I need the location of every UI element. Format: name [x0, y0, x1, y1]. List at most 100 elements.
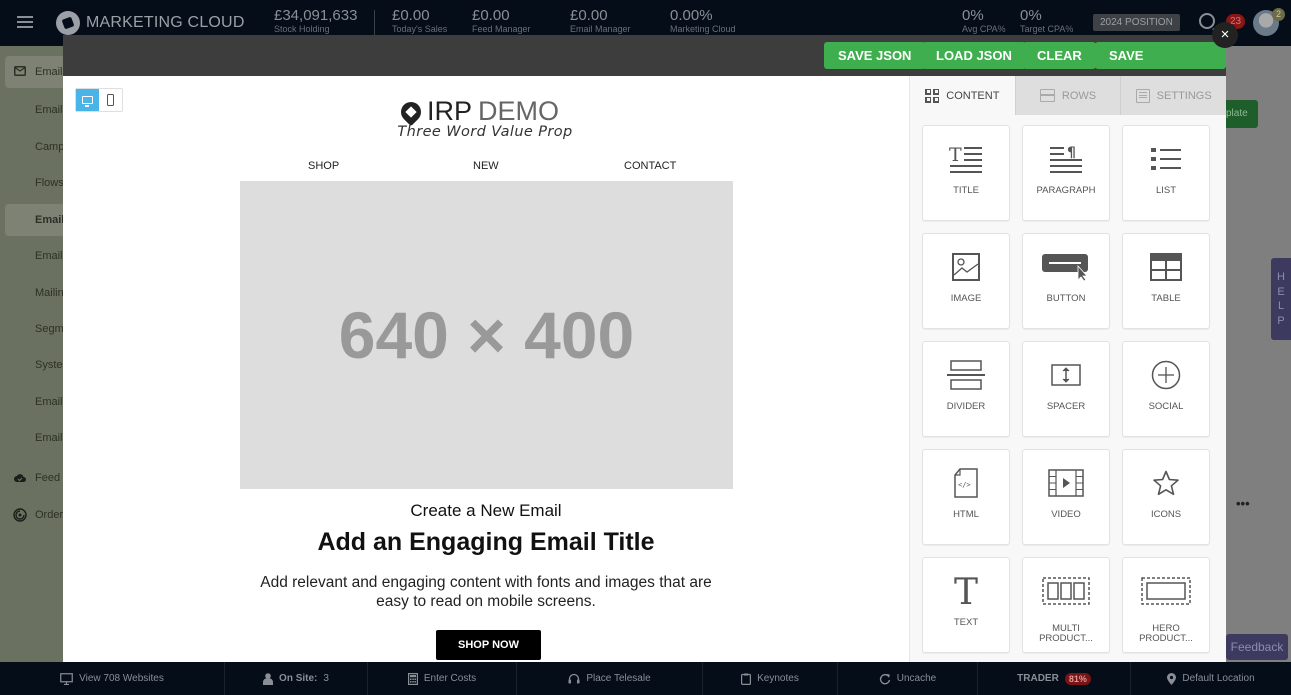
svg-text:T: T: [954, 574, 978, 608]
clear-button[interactable]: CLEAR: [1023, 42, 1096, 69]
stat-label: Stock Holding: [274, 24, 330, 34]
save-template-button[interactable]: SAVE TEMPLATE: [1095, 42, 1226, 90]
svg-text:T: T: [949, 144, 962, 166]
feedback-tab[interactable]: Feedback: [1226, 634, 1288, 660]
email-nav-new[interactable]: NEW: [473, 160, 499, 172]
headset-icon: [568, 673, 580, 683]
view-websites-button[interactable]: View 708 Websites: [0, 662, 225, 695]
multi-product-icon: [1042, 577, 1090, 605]
block-label: HERO PRODUCT...: [1123, 624, 1209, 644]
on-site-indicator[interactable]: On Site: 3: [225, 662, 368, 695]
block-hero-product[interactable]: HERO PRODUCT...: [1122, 557, 1210, 653]
block-title[interactable]: T TITLE: [922, 125, 1010, 221]
block-label-line: PRODUCT...: [1139, 633, 1193, 644]
image-icon: [952, 253, 980, 281]
email-logo[interactable]: IRP DEMO: [396, 96, 559, 127]
nav-item-label: Syster: [35, 359, 67, 371]
stat-value: 0%: [1020, 7, 1042, 24]
tab-rows[interactable]: ROWS: [1014, 76, 1121, 115]
table-icon: [1150, 253, 1182, 281]
block-video[interactable]: VIDEO: [1022, 449, 1110, 545]
device-toggle: [75, 88, 123, 112]
block-image[interactable]: IMAGE: [922, 233, 1010, 329]
trader-indicator[interactable]: TRADER 81%: [978, 662, 1131, 695]
block-divider[interactable]: DIVIDER: [922, 341, 1010, 437]
cloud-check-icon: [14, 474, 26, 482]
stat-value: 0%: [962, 7, 984, 24]
email-builder-modal: SAVE JSON LOAD JSON CLEAR SAVE TEMPLATE …: [63, 35, 1227, 662]
nav-item-label: Email: [35, 214, 65, 226]
block-label: TEXT: [953, 617, 979, 628]
hamburger-menu-icon[interactable]: [17, 16, 33, 28]
block-spacer[interactable]: SPACER: [1022, 341, 1110, 437]
button-icon: [1042, 254, 1088, 282]
block-list[interactable]: LIST: [1122, 125, 1210, 221]
email-pretitle[interactable]: Create a New Email: [63, 501, 909, 521]
bottom-item-label: Enter Costs: [423, 673, 477, 684]
email-body-text[interactable]: Add relevant and engaging content with f…: [259, 573, 713, 611]
stat-todays-sales: £0.00 Today's Sales: [392, 8, 447, 34]
block-label: VIDEO: [1051, 509, 1081, 520]
help-tab[interactable]: H E L P: [1271, 258, 1291, 340]
tab-label: ROWS: [1061, 89, 1097, 102]
block-table[interactable]: TABLE: [1122, 233, 1210, 329]
logo-text-bold: IRP: [427, 96, 473, 126]
block-html[interactable]: </> HTML: [922, 449, 1010, 545]
brand[interactable]: MARKETING CLOUD: [52, 7, 245, 39]
block-label: SOCIAL: [1148, 401, 1184, 412]
block-icons[interactable]: ICONS: [1122, 449, 1210, 545]
default-location-button[interactable]: Default Location: [1131, 662, 1291, 695]
shop-now-button[interactable]: SHOP NOW: [436, 630, 541, 660]
email-nav-shop[interactable]: SHOP: [308, 160, 339, 172]
stat-label: Marketing Cloud: [670, 24, 736, 34]
block-label: MULTI PRODUCT...: [1023, 624, 1109, 644]
block-paragraph[interactable]: ¶ PARAGRAPH: [1022, 125, 1110, 221]
nav-item-label: Order: [35, 509, 64, 521]
map-pin-icon: [1167, 672, 1177, 685]
block-button[interactable]: BUTTON: [1022, 233, 1110, 329]
monitor-icon: [60, 672, 74, 685]
nav-item-label: Email: [35, 396, 63, 408]
bottom-bar: View 708 Websites On Site: 3 Enter Costs…: [0, 662, 1291, 695]
svg-text:</>: </>: [958, 481, 971, 489]
stat-avg-cpa: 0% Avg CPA%: [962, 8, 1006, 34]
email-tagline[interactable]: Three Word Value Prop: [63, 124, 909, 140]
stat-marketing-cloud: 0.00% Marketing Cloud: [670, 8, 736, 34]
block-text[interactable]: T TEXT: [922, 557, 1010, 653]
bottom-item-label: View 708 Websites: [79, 673, 164, 684]
place-telesale-button[interactable]: Place Telesale: [517, 662, 703, 695]
block-label: BUTTON: [1046, 293, 1086, 304]
uncache-button[interactable]: Uncache: [838, 662, 978, 695]
mobile-view-button[interactable]: [99, 89, 122, 111]
star-icon: [1153, 470, 1179, 496]
close-modal-button[interactable]: ×: [1212, 22, 1238, 48]
clipboard-icon: [741, 673, 752, 685]
paragraph-icon: ¶: [1050, 145, 1082, 173]
tab-content[interactable]: CONTENT: [910, 76, 1015, 115]
calculator-icon: [407, 672, 418, 685]
email-nav-contact[interactable]: CONTACT: [624, 160, 676, 172]
tab-settings[interactable]: SETTINGS: [1120, 76, 1227, 115]
bottom-item-label: Place Telesale: [586, 673, 651, 684]
block-multi-product[interactable]: MULTI PRODUCT...: [1022, 557, 1110, 653]
save-json-button[interactable]: SAVE JSON: [824, 42, 926, 69]
enter-costs-button[interactable]: Enter Costs: [368, 662, 517, 695]
load-json-button[interactable]: LOAD JSON: [922, 42, 1026, 69]
block-social[interactable]: SOCIAL: [1122, 341, 1210, 437]
keynotes-button[interactable]: Keynotes: [703, 662, 838, 695]
nav-item-label: Flows: [35, 177, 64, 189]
social-icon: [1151, 360, 1181, 390]
button-label: plate: [1226, 108, 1248, 119]
desktop-view-button[interactable]: [76, 89, 99, 111]
hero-image-placeholder[interactable]: 640 × 400: [240, 181, 733, 489]
position-button[interactable]: 2024 POSITION: [1093, 14, 1180, 31]
search-icon[interactable]: [1199, 13, 1215, 29]
avatar-badge: 2: [1272, 8, 1285, 21]
stat-value: 0.00%: [670, 7, 713, 24]
modal-toolbar: SAVE JSON LOAD JSON CLEAR SAVE TEMPLATE: [63, 35, 1226, 90]
block-label: TABLE: [1151, 293, 1181, 304]
stat-value: £0.00: [392, 7, 430, 24]
block-label: HTML: [953, 509, 979, 520]
email-title[interactable]: Add an Engaging Email Title: [63, 528, 909, 557]
stat-label: Email Manager: [570, 24, 631, 34]
